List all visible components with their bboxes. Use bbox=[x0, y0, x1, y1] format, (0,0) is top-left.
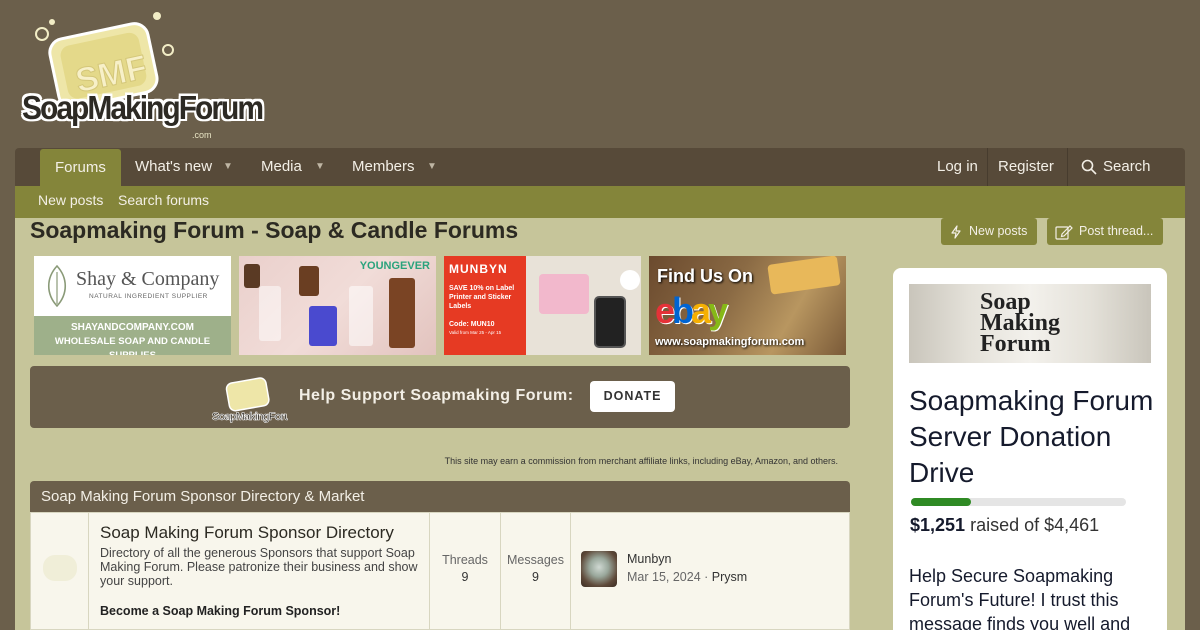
last-post-title[interactable]: Munbyn bbox=[627, 552, 671, 566]
donation-drive-card: Soap Making Forum Soapmaking Forum Serve… bbox=[893, 268, 1167, 630]
phone-image bbox=[594, 296, 626, 348]
chevron-down-icon[interactable]: ▼ bbox=[427, 148, 437, 186]
last-post-date[interactable]: Mar 15, 2024 bbox=[627, 570, 701, 584]
post-thread-label: Post thread... bbox=[1079, 224, 1154, 238]
nav-whats-new[interactable]: What's new bbox=[135, 148, 212, 186]
banner-ebay[interactable]: Find Us On ebay www.soapmakingforum.com bbox=[649, 256, 846, 355]
chevron-down-icon[interactable]: ▼ bbox=[315, 148, 325, 186]
nav-media[interactable]: Media bbox=[261, 148, 302, 186]
last-post-user[interactable]: Prysm bbox=[712, 570, 747, 584]
banner-shay-tag: WHOLESALE SOAP AND CANDLE SUPPLIES bbox=[54, 336, 211, 355]
subnav-search-forums[interactable]: Search forums bbox=[118, 186, 209, 216]
category-title[interactable]: Soap Making Forum Sponsor Directory & Ma… bbox=[30, 481, 850, 512]
new-posts-label: New posts bbox=[969, 224, 1028, 238]
sub-nav: New posts Search forums bbox=[15, 186, 1185, 218]
threads-label: Threads bbox=[442, 553, 488, 567]
bottle-image bbox=[299, 266, 319, 296]
bottle-image bbox=[259, 286, 281, 341]
leaf-icon bbox=[47, 264, 67, 308]
nav-divider bbox=[1067, 148, 1068, 186]
donate-label: Help Support Soapmaking Forum: bbox=[299, 387, 574, 404]
donation-image-text: Soap Making Forum bbox=[980, 289, 1061, 357]
page-title: Soapmaking Forum - Soap & Candle Forums bbox=[30, 217, 519, 243]
search-label: Search bbox=[1103, 158, 1151, 175]
logo-wordmark: SoapMakingForum bbox=[22, 90, 264, 127]
new-posts-button[interactable]: New posts bbox=[941, 218, 1038, 245]
edit-icon bbox=[1055, 224, 1073, 240]
messages-count: 9 bbox=[532, 570, 539, 584]
svg-text:SoapMakingForum: SoapMakingForum bbox=[212, 411, 288, 423]
banner-munbyn[interactable]: MUNBYN SAVE 10% on Label Printer and Sti… bbox=[444, 256, 641, 355]
bottle-image bbox=[389, 278, 415, 348]
banner-ebay-find: Find Us On bbox=[657, 266, 753, 286]
bottle-image bbox=[244, 264, 260, 288]
nav-members[interactable]: Members bbox=[352, 148, 415, 186]
threads-count: 9 bbox=[461, 570, 469, 584]
lightning-icon bbox=[951, 225, 961, 239]
forum-node-row: Soap Making Forum Sponsor Directory Dire… bbox=[30, 512, 850, 630]
site-logo[interactable]: SMF SoapMakingForum .com bbox=[12, 8, 264, 140]
raised-text: raised of $4,461 bbox=[970, 515, 1100, 535]
node-title[interactable]: Soap Making Forum Sponsor Directory bbox=[100, 523, 425, 543]
donation-raised: $1,251 raised of $4,461 bbox=[910, 515, 1099, 536]
donation-message: Help Secure Soapmaking Forum's Future! I… bbox=[909, 566, 1131, 630]
banner-shay-sub: NATURAL INGREDIENT SUPPLIER bbox=[89, 293, 208, 300]
banner-shay-company[interactable]: Shay & Company NATURAL INGREDIENT SUPPLI… bbox=[34, 256, 231, 355]
bottle-image bbox=[309, 306, 337, 346]
search-button[interactable]: Search bbox=[1081, 148, 1151, 186]
login-link[interactable]: Log in bbox=[937, 148, 978, 186]
soap-bar-image bbox=[767, 256, 841, 295]
chevron-down-icon[interactable]: ▼ bbox=[223, 148, 233, 186]
node-description: Directory of all the generous Sponsors t… bbox=[100, 546, 418, 588]
subnav-new-posts[interactable]: New posts bbox=[38, 186, 103, 216]
donation-title[interactable]: Soapmaking Forum Server Donation Drive bbox=[909, 383, 1154, 491]
banner-youngever-brand: YOUNGEVER bbox=[359, 260, 430, 272]
raised-amount: $1,251 bbox=[910, 515, 966, 535]
forum-bubble-icon bbox=[43, 555, 77, 581]
donation-image: Soap Making Forum bbox=[909, 284, 1151, 363]
affiliate-disclaimer: This site may earn a commission from mer… bbox=[444, 456, 838, 466]
messages-label: Messages bbox=[507, 553, 564, 567]
nav-forums[interactable]: Forums bbox=[40, 149, 121, 186]
nav-divider bbox=[987, 148, 988, 186]
bottle-image bbox=[349, 286, 373, 346]
banner-munbyn-brand: MUNBYN bbox=[449, 262, 508, 276]
threads-stat: Threads 9 bbox=[429, 513, 500, 629]
cup-image bbox=[620, 270, 640, 290]
avatar[interactable] bbox=[581, 551, 617, 587]
banner-shay-url: SHAYANDCOMPANY.COM bbox=[71, 322, 194, 333]
last-post: Munbyn Mar 15, 2024 · Prysm bbox=[570, 513, 850, 629]
donate-button[interactable]: DONATE bbox=[590, 381, 675, 412]
donation-progress-fill bbox=[911, 498, 972, 506]
donate-bar: SoapMakingForum Help Support Soapmaking … bbox=[30, 366, 850, 428]
logo-suffix: .com bbox=[192, 130, 212, 140]
last-post-meta: Mar 15, 2024 · Prysm bbox=[627, 570, 748, 584]
search-icon bbox=[1081, 159, 1097, 175]
donation-progress bbox=[911, 498, 1126, 506]
smf-logo-icon: SoapMakingForum bbox=[212, 377, 288, 423]
messages-stat: Messages 9 bbox=[500, 513, 570, 629]
sponsor-link[interactable]: Become a Soap Making Forum Sponsor! bbox=[100, 604, 425, 618]
ebay-logo: ebay bbox=[655, 290, 728, 331]
post-thread-button[interactable]: Post thread... bbox=[1047, 218, 1164, 245]
banner-youngever[interactable]: YOUNGEVER bbox=[239, 256, 436, 355]
register-link[interactable]: Register bbox=[998, 148, 1054, 186]
forum-category: Soap Making Forum Sponsor Directory & Ma… bbox=[30, 481, 850, 630]
printer-image bbox=[539, 274, 589, 314]
banner-munbyn-valid: Valid from Mar 25 - Apr 15 bbox=[449, 330, 502, 335]
banner-munbyn-text: SAVE 10% on Label Printer and Sticker La… bbox=[449, 285, 515, 310]
main-nav: Forums What's new ▼ Media ▼ Members ▼ Lo… bbox=[15, 148, 1185, 186]
banner-munbyn-code: Code: MUN10 bbox=[449, 321, 495, 328]
banner-ebay-url: www.soapmakingforum.com bbox=[655, 336, 805, 348]
banner-shay-name: Shay & Company bbox=[76, 268, 220, 290]
